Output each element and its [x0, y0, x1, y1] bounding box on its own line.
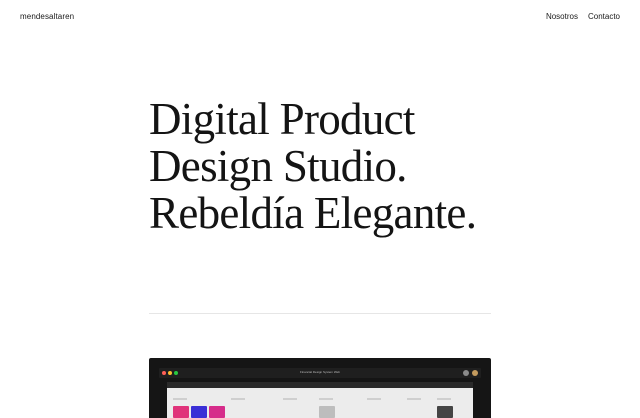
project-preview-image[interactable]: Financial Design System Web	[149, 358, 491, 418]
preview-swatch-thumbnail	[437, 406, 453, 418]
preview-canvas	[167, 382, 473, 418]
preview-column-label	[407, 398, 421, 400]
preview-column-label	[367, 398, 381, 400]
preview-toolbar-strip	[167, 382, 473, 388]
preview-window-title: Financial Design System Web	[300, 370, 340, 374]
avatar-icon	[472, 370, 478, 376]
preview-swatch-thumbnail	[173, 406, 189, 418]
hero-line-3: Rebeldía Elegante.	[149, 188, 477, 238]
main-nav: Nosotros Contacto	[546, 12, 620, 21]
preview-column-label	[283, 398, 297, 400]
nav-link-contacto[interactable]: Contacto	[588, 12, 620, 21]
brand-logo-link[interactable]: mendesaltaren	[20, 12, 74, 21]
preview-column-label	[319, 398, 333, 400]
preview-swatch-thumbnail	[319, 406, 335, 418]
hero-headline: Digital Product Design Studio. Rebeldía …	[149, 96, 509, 237]
preview-column-label	[173, 398, 187, 400]
preview-swatch-thumbnail	[191, 406, 207, 418]
preview-column-label	[231, 398, 245, 400]
hero-line-2: Design Studio.	[149, 141, 407, 191]
preview-window-titlebar: Financial Design System Web	[159, 368, 481, 378]
preview-column-label	[437, 398, 451, 400]
preview-swatch-thumbnail	[209, 406, 225, 418]
avatar-icon	[463, 370, 469, 376]
section-divider	[149, 313, 491, 314]
nav-link-nosotros[interactable]: Nosotros	[546, 12, 578, 21]
site-header: mendesaltaren Nosotros Contacto	[0, 0, 640, 34]
hero-line-1: Digital Product	[149, 94, 415, 144]
